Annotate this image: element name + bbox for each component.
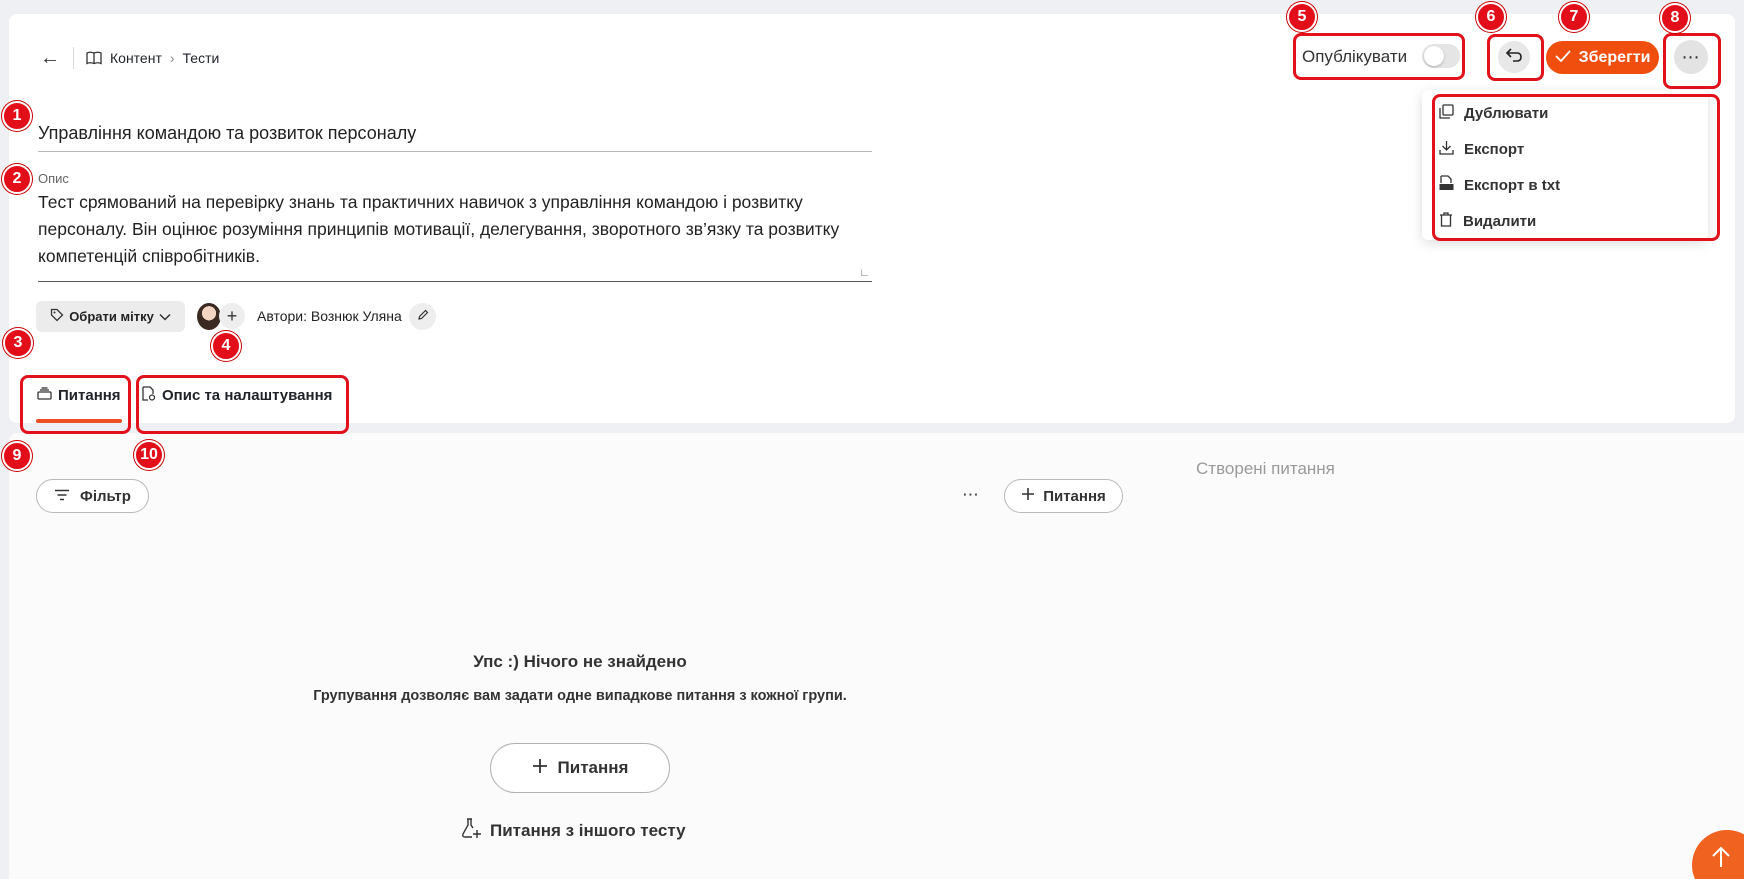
- chevron-down-icon: [159, 309, 171, 324]
- select-tag-label: Обрати мітку: [69, 309, 154, 324]
- plus-icon: [532, 758, 548, 779]
- questions-panel: [9, 433, 1744, 879]
- select-tag-button[interactable]: Обрати мітку: [36, 301, 185, 332]
- chevron-right-icon: ›: [169, 50, 175, 66]
- highlight-menu: [1432, 94, 1720, 241]
- created-questions-title: Створені питання: [1196, 459, 1335, 478]
- breadcrumb-item-tests[interactable]: Тести: [183, 50, 220, 66]
- test-title-input[interactable]: Управління командою та розвиток персонал…: [38, 120, 872, 152]
- annotation-marker: 1: [2, 101, 32, 131]
- annotation-marker: 7: [1559, 2, 1589, 32]
- book-icon: [86, 51, 102, 65]
- resize-grip-icon[interactable]: ∟: [859, 268, 870, 279]
- description-textarea[interactable]: Тест срямований на перевірку знань та пр…: [38, 189, 872, 282]
- question-from-other-test-label: Питання з іншого тесту: [490, 820, 686, 840]
- highlight-more: [1663, 33, 1721, 89]
- add-question-large-button[interactable]: Питання: [490, 743, 670, 793]
- annotation-marker: 6: [1476, 2, 1506, 32]
- check-icon: [1554, 49, 1571, 67]
- highlight-tab-questions: [20, 375, 131, 434]
- annotation-marker: 2: [2, 164, 32, 194]
- annotation-marker: 8: [1660, 3, 1690, 33]
- back-arrow-icon[interactable]: ←: [37, 48, 63, 68]
- add-question-label: Питання: [1043, 487, 1106, 505]
- filter-icon: [54, 488, 70, 505]
- annotation-marker: 3: [3, 328, 33, 358]
- arrow-up-icon: [1710, 846, 1732, 873]
- breadcrumb: ← Контент › Тести: [37, 45, 219, 71]
- highlight-tab-settings: [136, 375, 349, 434]
- highlight-undo: [1487, 34, 1544, 81]
- annotation-marker: 10: [134, 440, 164, 470]
- add-author-button[interactable]: +: [219, 303, 245, 329]
- breadcrumb-divider: [73, 47, 74, 69]
- tag-icon: [50, 308, 64, 325]
- filter-button[interactable]: Фільтр: [36, 479, 149, 513]
- pencil-icon: [417, 308, 429, 326]
- annotation-marker: 5: [1287, 2, 1317, 32]
- breadcrumb-item-content[interactable]: Контент: [110, 50, 162, 66]
- author-avatar[interactable]: [197, 303, 221, 330]
- description-label: Опис: [38, 171, 69, 186]
- description-text: Тест срямований на перевірку знань та пр…: [38, 192, 840, 266]
- add-question-button[interactable]: Питання: [1004, 479, 1123, 513]
- annotation-marker: 4: [211, 331, 241, 361]
- edit-authors-button[interactable]: [409, 303, 436, 330]
- question-from-other-test-link[interactable]: Питання з іншого тесту: [460, 817, 686, 844]
- plus-icon: +: [226, 305, 238, 326]
- ellipsis-icon: ⋯: [962, 485, 980, 504]
- empty-state-subtitle: Групування дозволяє вам задати одне випа…: [313, 688, 847, 704]
- save-button[interactable]: Зберегти: [1546, 41, 1659, 74]
- empty-state-title: Упс :) Нічого не знайдено: [473, 652, 687, 671]
- questions-more-button[interactable]: ⋯: [962, 485, 980, 505]
- annotation-marker: 9: [2, 441, 32, 471]
- plus-icon: [1021, 487, 1035, 505]
- flask-plus-icon: [460, 817, 482, 844]
- save-label: Зберегти: [1578, 48, 1651, 66]
- filter-label: Фільтр: [80, 487, 131, 505]
- add-question-large-label: Питання: [557, 758, 629, 777]
- authors-text: Автори: Вознюк Уляна: [257, 308, 402, 324]
- highlight-publish: [1293, 33, 1465, 80]
